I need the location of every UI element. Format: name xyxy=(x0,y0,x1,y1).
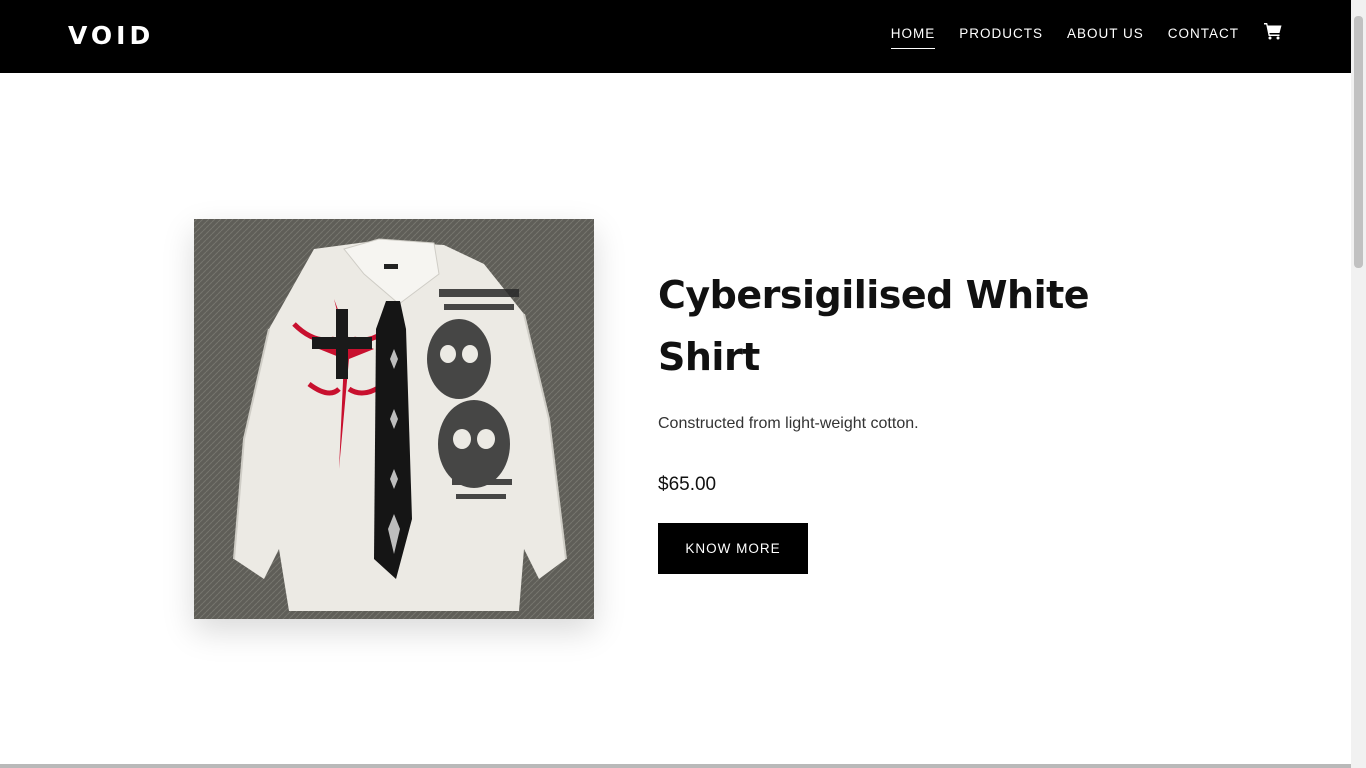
know-more-button[interactable]: KNOW MORE xyxy=(658,523,808,574)
product-image xyxy=(194,219,594,619)
product-info: Cybersigilised White Shirt Constructed f… xyxy=(658,264,1118,574)
page: VOID HOME PRODUCTS ABOUT US CONTACT Cybe… xyxy=(0,0,1351,768)
nav-home[interactable]: HOME xyxy=(890,25,936,49)
nav-contact[interactable]: CONTACT xyxy=(1168,25,1239,48)
product-description: Constructed from light-weight cotton. xyxy=(658,415,919,432)
product-title: Cybersigilised White Shirt xyxy=(658,273,1090,379)
logo[interactable]: VOID xyxy=(68,20,154,52)
product-price: $65.00 xyxy=(658,474,717,495)
scrollbar[interactable] xyxy=(1351,0,1366,768)
nav-about-us[interactable]: ABOUT US xyxy=(1067,25,1144,48)
nav-links: HOME PRODUCTS ABOUT US CONTACT xyxy=(867,25,1239,49)
section-divider xyxy=(0,764,1351,768)
shopping-cart-icon[interactable] xyxy=(1264,22,1282,40)
scrollbar-thumb[interactable] xyxy=(1354,16,1363,268)
nav-products[interactable]: PRODUCTS xyxy=(959,25,1043,48)
navbar: VOID HOME PRODUCTS ABOUT US CONTACT xyxy=(0,0,1351,73)
